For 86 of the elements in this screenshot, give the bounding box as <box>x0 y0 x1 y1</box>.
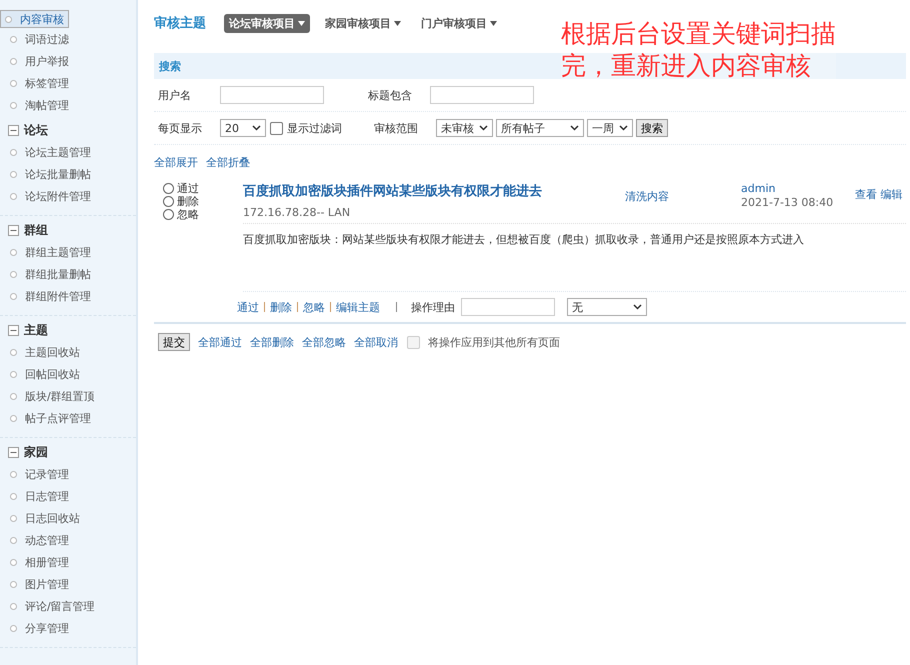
sidebar-item[interactable]: 论坛主题管理 <box>0 141 136 163</box>
caret-icon <box>394 20 401 26</box>
action-link[interactable]: 通过 <box>237 300 259 314</box>
chevron-down-icon <box>479 125 488 131</box>
collapse-icon[interactable] <box>8 324 19 336</box>
sidebar-item[interactable]: 群组附件管理 <box>0 285 136 307</box>
checkbox-label: 显示过滤词 <box>287 120 342 136</box>
expand-all-link[interactable]: 全部展开 <box>154 155 198 170</box>
radio-button[interactable] <box>163 209 174 220</box>
sidebar-item[interactable]: 主题回收站 <box>0 341 136 363</box>
field-label: 用户名 <box>158 88 192 102</box>
group-title: 家园 <box>24 444 48 460</box>
sidebar-item[interactable]: 内容审核 <box>0 10 69 28</box>
sidebar-item[interactable]: 图片管理 <box>0 573 136 595</box>
sidebar-item[interactable]: 词语过滤 <box>0 28 136 50</box>
tab[interactable]: 门户审核项目 <box>416 14 502 32</box>
sidebar-item[interactable]: 论坛批量删帖 <box>0 163 136 185</box>
dropdown[interactable]: 20 <box>220 119 266 137</box>
sidebar-item[interactable]: 评论/留言管理 <box>0 595 136 617</box>
collapse-icon[interactable] <box>8 124 19 136</box>
sidebar-item[interactable]: 记录管理 <box>0 463 136 485</box>
field-label: 审核范围 <box>374 120 419 136</box>
view-link[interactable]: 查看 <box>855 188 877 201</box>
sidebar-item[interactable]: 相册管理 <box>0 551 136 573</box>
sidebar-item[interactable]: 日志管理 <box>0 485 136 507</box>
tab[interactable]: 论坛审核项目 <box>224 14 310 32</box>
post-content: 百度抓取加密版块：网站某些版块有权限才能进去，但想被百度（爬虫）抓取收录，普通用户还是按照原本方式进入 <box>243 232 906 292</box>
page-title: 审核主题 <box>154 14 206 32</box>
sidebar-item[interactable]: 日志回收站 <box>0 507 136 529</box>
bulk-action-link[interactable]: 全部删除 <box>250 334 294 350</box>
ip-address: 172.16.78.28-- LAN <box>243 206 352 219</box>
radio-label: 忽略 <box>177 207 199 222</box>
group-title: 主题 <box>24 322 48 338</box>
sidebar-item[interactable]: 标签管理 <box>0 72 136 94</box>
input-field[interactable] <box>461 298 555 316</box>
sidebar-item[interactable]: 淘帖管理 <box>0 94 136 116</box>
bulk-action-link[interactable]: 全部忽略 <box>302 334 346 350</box>
radio-label: 通过 <box>177 181 199 196</box>
radio-label: 删除 <box>177 194 199 209</box>
sidebar-item[interactable]: 论坛附件管理 <box>0 185 136 207</box>
tab[interactable]: 家园审核项目 <box>320 14 406 32</box>
chevron-down-icon <box>633 304 642 310</box>
radio-button[interactable] <box>163 183 174 194</box>
chevron-down-icon <box>252 125 261 131</box>
collapse-icon[interactable] <box>8 224 19 236</box>
chevron-down-icon <box>619 125 628 131</box>
input-field[interactable] <box>220 86 324 104</box>
post-date: 2021-7-13 08:40 <box>741 196 834 210</box>
submit-button[interactable]: 提交 <box>158 333 190 351</box>
collapse-all-link[interactable]: 全部折叠 <box>206 155 250 170</box>
field-label: 标题包含 <box>368 88 413 102</box>
sidebar-item[interactable]: 动态管理 <box>0 529 136 551</box>
post-title[interactable]: 百度抓取加密版块插件网站某些版块有权限才能进去 <box>243 182 625 200</box>
caret-icon <box>298 20 305 26</box>
caret-icon <box>490 20 497 26</box>
sidebar-item[interactable]: 回帖回收站 <box>0 363 136 385</box>
collapse-icon[interactable] <box>8 446 19 458</box>
sidebar-item[interactable]: 版块/群组置顶 <box>0 385 136 407</box>
bulk-action-link[interactable]: 全部取消 <box>354 334 398 350</box>
sidebar-item[interactable]: 帖子点评管理 <box>0 407 136 429</box>
bulk-action-link[interactable]: 全部通过 <box>198 334 242 350</box>
action-link[interactable]: 编辑主题 <box>336 300 380 314</box>
dropdown[interactable]: 所有帖子 <box>496 119 584 137</box>
forum-link[interactable]: 清洗内容 <box>625 182 741 219</box>
group-title: 论坛 <box>24 122 48 138</box>
chevron-down-icon <box>570 125 579 131</box>
group-title: 群组 <box>24 222 48 238</box>
search-button[interactable]: 搜索 <box>636 119 668 137</box>
action-link[interactable]: 删除 <box>270 300 292 314</box>
input-field[interactable] <box>430 86 534 104</box>
sidebar-item[interactable]: 分享管理 <box>0 617 136 639</box>
section-title: 搜索 <box>159 58 181 74</box>
sidebar-item[interactable]: 群组主题管理 <box>0 241 136 263</box>
checkbox[interactable] <box>270 122 283 134</box>
edit-link[interactable]: 编辑 <box>880 188 902 201</box>
action-link[interactable]: 忽略 <box>303 300 325 314</box>
dropdown[interactable]: 未审核 <box>436 119 493 137</box>
field-label: 每页显示 <box>158 120 203 136</box>
author-link[interactable]: admin <box>741 182 855 196</box>
sidebar-item[interactable]: 用户举报 <box>0 50 136 72</box>
checkbox-label: 将操作应用到其他所有页面 <box>428 334 560 350</box>
dropdown[interactable]: 一周 <box>587 119 633 137</box>
field-label: 操作理由 <box>411 300 455 314</box>
radio-button[interactable] <box>163 196 174 207</box>
dropdown[interactable]: 无 <box>567 298 647 316</box>
sidebar-item[interactable]: 群组批量删帖 <box>0 263 136 285</box>
